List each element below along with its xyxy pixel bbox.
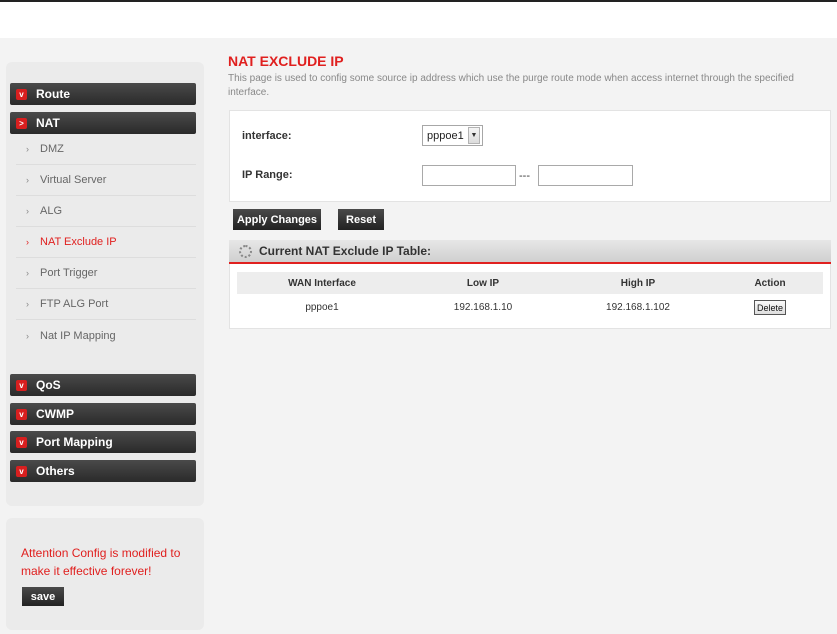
column-header-action: Action (754, 278, 786, 289)
column-header-wan-interface: WAN Interface (288, 278, 356, 289)
apply-changes-button[interactable]: Apply Changes (233, 209, 321, 230)
ip-range-label: IP Range: (242, 169, 293, 181)
table-cell-low-ip: 192.168.1.10 (453, 302, 513, 313)
sidebar-item-label: DMZ (40, 143, 64, 155)
menu-port-mapping[interactable]: v Port Mapping (10, 431, 196, 453)
arrow-icon: › (26, 144, 29, 154)
sidebar-item-label: Virtual Server (40, 174, 107, 186)
menu-label: Port Mapping (36, 435, 113, 449)
sidebar-item-label: NAT Exclude IP (40, 236, 117, 248)
chevron-down-icon: v (16, 408, 27, 420)
page-description: This page is used to config some source … (228, 73, 794, 98)
dropdown-arrow-icon: ▼ (468, 127, 480, 144)
sidebar-item-label: Port Trigger (40, 267, 98, 279)
arrow-icon: › (26, 175, 29, 185)
chevron-right-icon: > (16, 117, 27, 129)
menu-label: NAT (36, 116, 60, 130)
arrow-icon: › (26, 299, 29, 309)
menu-qos[interactable]: v QoS (10, 374, 196, 396)
gear-icon (239, 244, 252, 258)
sidebar-item-ftp-alg-port[interactable]: › FTP ALG Port (16, 289, 196, 320)
sidebar-item-alg[interactable]: › ALG (16, 196, 196, 227)
ip-range-end-input[interactable] (538, 165, 633, 186)
arrow-icon: › (26, 268, 29, 278)
interface-select[interactable]: pppoe1 ▼ (422, 125, 483, 146)
sidebar-item-dmz[interactable]: › DMZ (16, 134, 196, 165)
column-header-high-ip: High IP (620, 278, 656, 289)
reset-button[interactable]: Reset (338, 209, 384, 230)
table-cell-wan-interface: pppoe1 (305, 302, 339, 313)
arrow-icon: › (26, 206, 29, 216)
interface-label: interface: (242, 130, 292, 142)
column-header-low-ip: Low IP (466, 278, 500, 289)
table-header-bar: Current NAT Exclude IP Table: (229, 240, 831, 264)
delete-button[interactable]: Delete (754, 300, 786, 315)
save-button[interactable]: save (22, 587, 64, 606)
arrow-icon: › (26, 330, 29, 341)
chevron-down-icon: v (16, 465, 27, 477)
top-divider (0, 0, 837, 2)
menu-nat[interactable]: > NAT (10, 112, 196, 134)
menu-route[interactable]: v Route (10, 83, 196, 105)
ip-range-start-input[interactable] (422, 165, 516, 186)
arrow-icon: › (26, 237, 29, 247)
menu-label: QoS (36, 378, 61, 392)
sidebar-item-port-trigger[interactable]: › Port Trigger (16, 258, 196, 289)
attention-message: Attention Config is modified to make it … (21, 546, 181, 578)
menu-label: Others (36, 464, 75, 478)
chevron-down-icon: v (16, 379, 27, 391)
menu-label: CWMP (36, 407, 74, 421)
menu-cwmp[interactable]: v CWMP (10, 403, 196, 425)
config-form (229, 110, 831, 202)
chevron-down-icon: v (16, 436, 27, 448)
page-title: NAT EXCLUDE IP (228, 53, 344, 69)
table-title: Current NAT Exclude IP Table: (259, 244, 432, 258)
range-separator: --- (519, 170, 530, 182)
sidebar-item-nat-ip-mapping[interactable]: › Nat IP Mapping (16, 320, 196, 351)
sidebar-item-virtual-server[interactable]: › Virtual Server (16, 165, 196, 196)
sidebar-item-label: Nat IP Mapping (40, 329, 116, 342)
sidebar-item-nat-exclude-ip[interactable]: › NAT Exclude IP (16, 227, 196, 258)
table-cell-high-ip: 192.168.1.102 (606, 302, 670, 313)
menu-label: Route (36, 87, 70, 101)
interface-select-value: pppoe1 (427, 129, 464, 142)
sidebar-item-label: ALG (40, 205, 63, 217)
menu-others[interactable]: v Others (10, 460, 196, 482)
chevron-down-icon: v (16, 88, 27, 100)
sidebar-item-label: FTP ALG Port (40, 298, 109, 310)
